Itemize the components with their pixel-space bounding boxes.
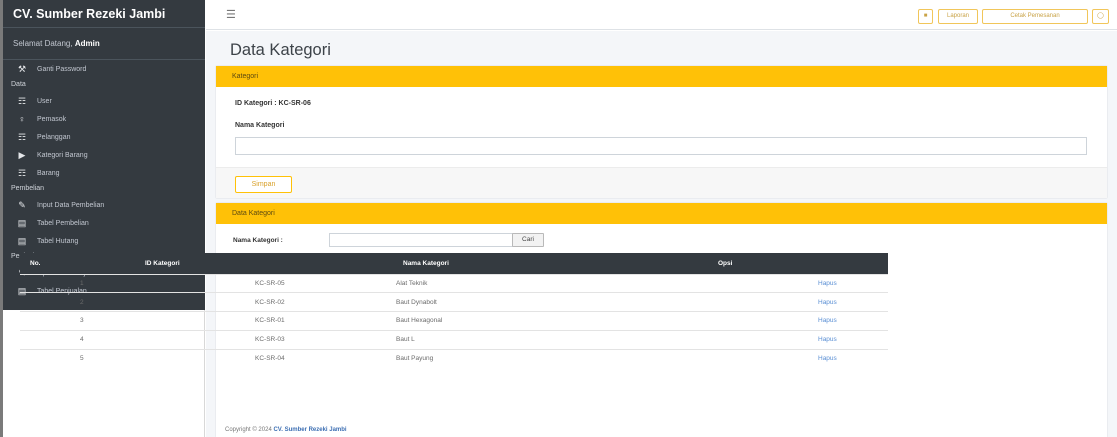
column-header: Nama Kategori — [393, 253, 708, 274]
row-id-kategori: KC-SR-05 — [135, 273, 393, 293]
footer-copyright: Copyright © 2024 — [225, 427, 272, 433]
row-number: 2 — [20, 292, 135, 312]
column-header: Opsi — [708, 253, 888, 274]
row-nama-kategori: Baut L — [393, 329, 708, 350]
table-icon: ▤ — [17, 235, 27, 246]
welcome-prefix: Selamat Datang, — [13, 39, 73, 48]
row-number: 1 — [20, 273, 135, 293]
table-row: 3 KC-SR-01 Baut Hexagonal Hapus — [20, 311, 888, 331]
kategori-table: No. ID Kategori Nama Kategori Opsi 1 KC-S… — [20, 253, 888, 368]
table-row: 1 KC-SR-05 Alat Teknik Hapus — [20, 273, 888, 293]
home-icon: ■ — [923, 13, 928, 19]
sidebar-section-header: Data — [11, 81, 26, 88]
row-id-kategori: KC-SR-02 — [135, 292, 393, 312]
row-nama-kategori: Baut Dynabolt — [393, 292, 708, 312]
sidebar-item-label: Barang — [37, 169, 60, 177]
pen-icon: ✎ — [18, 199, 26, 210]
nama-kategori-input[interactable] — [235, 137, 1087, 155]
sidebar-item-label: Input Data Pembelian — [37, 201, 105, 209]
hapus-link[interactable]: Hapus — [708, 273, 888, 293]
sidebar-item-tabel-pembelian[interactable]: ▤ Tabel Pembelian — [3, 214, 205, 232]
logout-button[interactable]: ◯ — [1092, 9, 1109, 24]
brand-title[interactable]: CV. Sumber Rezeki Jambi — [3, 0, 205, 28]
user-icon: ♀ — [18, 114, 26, 124]
simpan-button[interactable]: Simpan — [235, 176, 292, 193]
sidebar-item-label: Pemasok — [37, 115, 67, 123]
main-content: Data Kategori Kategori ID Kategori : KC-… — [206, 31, 1117, 437]
sidebar-section-header: Pembelian — [11, 185, 45, 192]
sidebar-item-pemasok[interactable]: ♀ Pemasok — [3, 110, 205, 128]
sidebar-item-label: Tabel Hutang — [37, 237, 79, 245]
form-card-footer: Simpan — [216, 167, 1107, 198]
sidebar-item-label: Pelanggan — [37, 133, 71, 141]
users-icon: ☶ — [17, 95, 27, 106]
sidebar-item-pelanggan[interactable]: ☶ Pelanggan — [3, 128, 205, 146]
hapus-link[interactable]: Hapus — [708, 292, 888, 312]
row-number: 3 — [20, 311, 135, 331]
id-kategori-label: ID Kategori : KC-SR-06 — [235, 100, 311, 107]
table-body: 1 KC-SR-05 Alat Teknik Hapus 2 KC-SR-02 Baut D… — [20, 273, 888, 368]
cari-button[interactable]: Cari — [512, 233, 544, 247]
search-input[interactable] — [329, 233, 514, 247]
row-id-kategori: KC-SR-04 — [135, 348, 393, 368]
kategori-form-card: Kategori ID Kategori : KC-SR-06 Nama Kat… — [216, 66, 1107, 198]
sidebar-item-input-data-pembelian[interactable]: ✎ Input Data Pembelian — [3, 196, 205, 214]
cetak-pemesanan-button[interactable]: Cetak Pemesanan — [982, 9, 1088, 24]
sidebar-item-label: User — [37, 97, 52, 105]
page-title: Data Kategori — [230, 41, 331, 59]
table-row: 4 KC-SR-03 Baut L Hapus — [20, 329, 888, 350]
welcome-text: Selamat Datang, Admin — [3, 28, 205, 60]
table-header-row: No. ID Kategori Nama Kategori Opsi — [20, 253, 888, 274]
row-number: 4 — [20, 329, 135, 350]
hamburger-icon[interactable]: ☰ — [226, 8, 236, 21]
key-icon: ⚒ — [17, 63, 27, 74]
row-nama-kategori: Alat Teknik — [393, 273, 708, 293]
row-id-kategori: KC-SR-01 — [135, 311, 393, 331]
sidebar-item-tabel-hutang[interactable]: ▤ Tabel Hutang — [3, 232, 205, 250]
footer: Copyright © 2024 CV. Sumber Rezeki Jambi — [225, 427, 347, 433]
table-row: 5 KC-SR-04 Baut Payung Hapus — [20, 348, 888, 368]
column-header: ID Kategori — [135, 253, 393, 274]
list-card-header: Data Kategori — [216, 203, 1107, 224]
row-id-kategori: KC-SR-03 — [135, 329, 393, 350]
sidebar-item-ganti-password[interactable]: ⚒ Ganti Password — [3, 60, 205, 78]
welcome-user: Admin — [74, 39, 100, 48]
sidebar-item-barang[interactable]: ☶ Barang — [3, 164, 205, 182]
laporan-button[interactable]: Laporan — [938, 9, 978, 24]
search-label: Nama Kategori : — [233, 237, 283, 244]
row-nama-kategori: Baut Payung — [393, 348, 708, 368]
logout-icon: ◯ — [1097, 13, 1104, 19]
sidebar-item-label: Tabel Pembelian — [37, 219, 89, 227]
tag-icon: ▶ — [18, 149, 26, 160]
sidebar-item-label: Kategori Barang — [37, 151, 88, 159]
table-row: 2 KC-SR-02 Baut Dynabolt Hapus — [20, 292, 888, 312]
row-nama-kategori: Baut Hexagonal — [393, 311, 708, 331]
users-icon: ☶ — [17, 131, 27, 142]
hapus-link[interactable]: Hapus — [708, 311, 888, 331]
top-navbar: ☰ ■ Laporan Cetak Pemesanan ◯ — [206, 0, 1117, 30]
sidebar-item-user[interactable]: ☶ User — [3, 92, 205, 110]
column-header: No. — [20, 253, 135, 274]
nama-kategori-label: Nama Kategori — [235, 122, 285, 129]
row-number: 5 — [20, 348, 135, 368]
users-icon: ☶ — [17, 167, 27, 178]
hapus-link[interactable]: Hapus — [708, 348, 888, 368]
footer-company-link[interactable]: CV. Sumber Rezeki Jambi — [273, 427, 346, 433]
table-icon: ▤ — [17, 217, 27, 228]
sidebar-item-label: Ganti Password — [37, 65, 87, 73]
home-button[interactable]: ■ — [918, 9, 933, 24]
app-window: CV. Sumber Rezeki Jambi Selamat Datang, … — [0, 0, 1117, 437]
form-card-header: Kategori — [216, 66, 1107, 87]
hapus-link[interactable]: Hapus — [708, 329, 888, 350]
sidebar-item-kategori-barang[interactable]: ▶ Kategori Barang — [3, 146, 205, 164]
